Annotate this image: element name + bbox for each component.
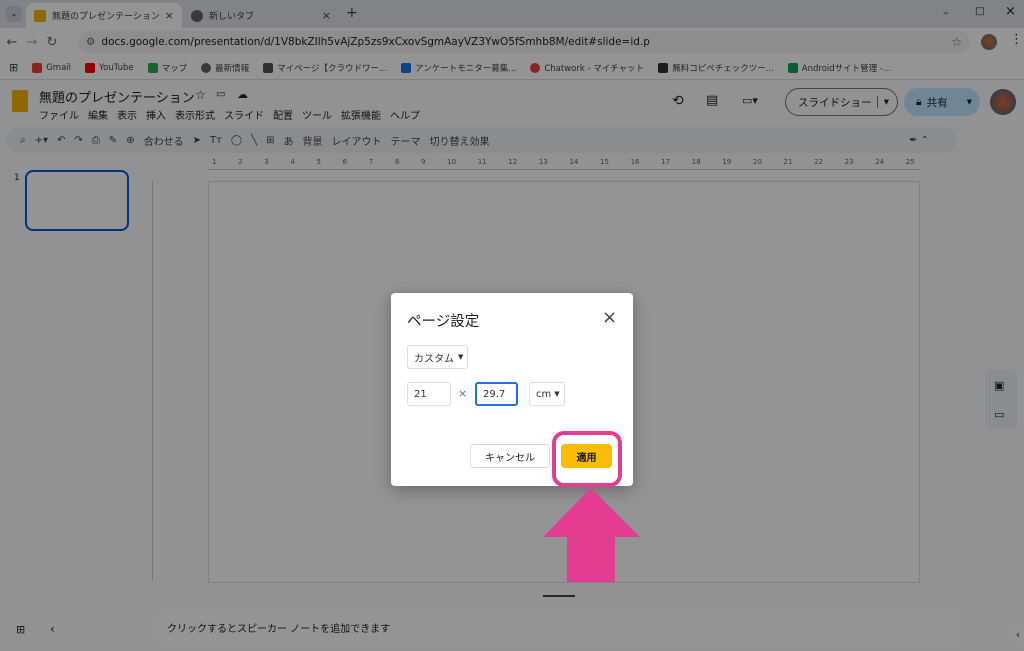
- cancel-button[interactable]: キャンセル: [470, 444, 550, 468]
- times-symbol: ×: [458, 387, 468, 400]
- dialog-title: ページ設定: [407, 314, 480, 330]
- pointer-arrow-icon: [543, 488, 640, 582]
- chevron-down-icon: ▼: [554, 390, 560, 398]
- unit-value: cm: [536, 388, 552, 400]
- close-icon[interactable]: ×: [602, 307, 617, 328]
- unit-select[interactable]: cm ▼: [529, 382, 565, 406]
- chevron-down-icon: ▼: [458, 353, 464, 361]
- preset-select[interactable]: カスタム ▼: [407, 345, 468, 369]
- width-input[interactable]: 21: [407, 382, 451, 406]
- height-input[interactable]: 29.7: [475, 382, 518, 406]
- preset-value: カスタム: [414, 353, 454, 365]
- highlight-ring: [552, 431, 622, 487]
